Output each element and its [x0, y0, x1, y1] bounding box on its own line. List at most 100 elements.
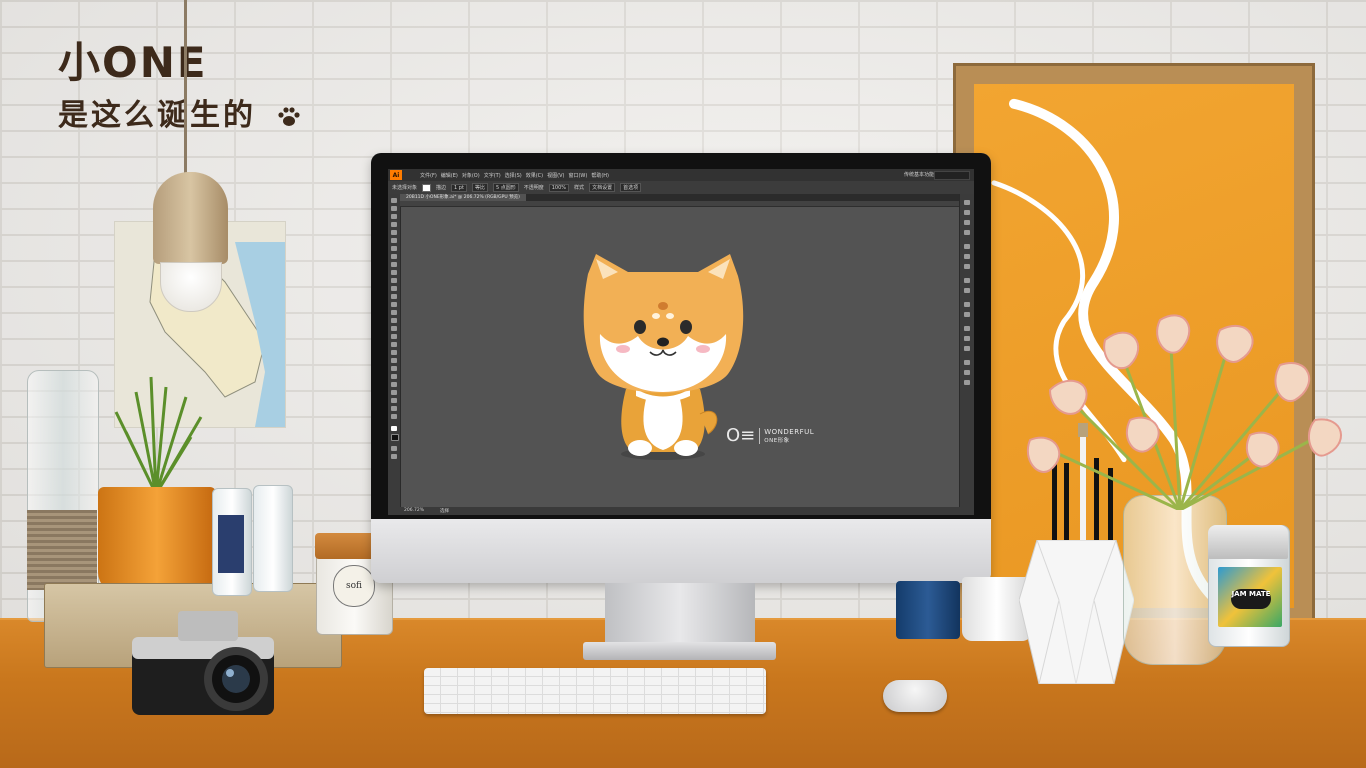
graph-tool-icon[interactable] [391, 382, 397, 387]
symbol-sprayer-tool-icon[interactable] [391, 374, 397, 379]
slice-tool-icon[interactable] [391, 398, 397, 403]
search-input[interactable] [934, 171, 970, 180]
logo-title: WONDERFUL [764, 428, 815, 436]
zoom-tool-icon[interactable] [391, 414, 397, 419]
menu-object[interactable]: 对象(O) [462, 172, 480, 179]
menu-view[interactable]: 视图(V) [547, 172, 564, 179]
eyedropper-tool-icon[interactable] [391, 358, 397, 363]
free-transform-tool-icon[interactable] [391, 318, 397, 323]
logo-watermark: O≡ WONDERFUL ONE形象 [726, 427, 814, 445]
pencil-tool-icon[interactable] [391, 278, 397, 283]
panels-dock [959, 194, 974, 515]
paintbrush-tool-icon[interactable] [391, 270, 397, 275]
symbols-panel-icon[interactable] [964, 230, 970, 235]
artboards-panel-icon[interactable] [964, 312, 970, 317]
hand-tool-icon[interactable] [391, 406, 397, 411]
eraser-tool-icon[interactable] [391, 286, 397, 291]
brushes-panel-icon[interactable] [964, 220, 970, 225]
blue-mug [896, 581, 960, 639]
document-tab[interactable]: 20B11D 小ONE形象.ai* @ 206.72% (RGB/GPU 预览) [400, 194, 526, 201]
line-tool-icon[interactable] [391, 254, 397, 259]
style-label[interactable]: 样式 [574, 184, 584, 191]
gradient-panel-icon[interactable] [964, 254, 970, 259]
opacity-label[interactable]: 不透明度 [524, 184, 544, 191]
paragraph-panel-icon[interactable] [964, 370, 970, 375]
mouse [883, 680, 947, 712]
brand-subtitle-text: 是这么诞生的 [58, 98, 256, 133]
graphic-styles-panel-icon[interactable] [964, 288, 970, 293]
appearance-panel-icon[interactable] [964, 278, 970, 283]
stroke-panel-icon[interactable] [964, 244, 970, 249]
type-tool-icon[interactable] [391, 246, 397, 251]
opacity-value[interactable]: 100% [548, 183, 570, 192]
menu-help[interactable]: 帮助(H) [591, 172, 609, 179]
logo-wordmark: WONDERFUL ONE形象 [764, 428, 814, 444]
color-panel-icon[interactable] [964, 200, 970, 205]
blend-tool-icon[interactable] [391, 366, 397, 371]
calla-lilies [1027, 314, 1342, 510]
preferences-button[interactable]: 首选项 [620, 183, 642, 192]
plant [114, 376, 203, 494]
status-tool-label: 选择 [440, 509, 449, 514]
rectangle-tool-icon[interactable] [391, 262, 397, 267]
one-logo-mark: O≡ [726, 425, 756, 446]
stroke-label: 描边 [436, 185, 447, 191]
screen-mode-icon[interactable] [391, 454, 397, 459]
document-setup-button[interactable]: 文档设置 [589, 183, 616, 192]
stroke-color-icon[interactable] [391, 434, 399, 441]
draw-mode-icon[interactable] [391, 446, 397, 451]
align-panel-icon[interactable] [964, 326, 970, 331]
jar-label [218, 515, 244, 573]
scale-tool-icon[interactable] [391, 302, 397, 307]
pen-tool-icon[interactable] [391, 230, 397, 235]
magic-wand-tool-icon[interactable] [391, 214, 397, 219]
menu-file[interactable]: 文件(F) [420, 172, 437, 179]
character-panel-icon[interactable] [964, 360, 970, 365]
width-tool-icon[interactable] [391, 310, 397, 315]
brand-heading: 小ONE 是这么诞生的 [58, 38, 301, 138]
horizontal-ruler [400, 201, 960, 207]
layers-panel-icon[interactable] [964, 302, 970, 307]
swatches-panel-icon[interactable] [964, 210, 970, 215]
fill-color-icon[interactable] [391, 426, 397, 431]
transparency-panel-icon[interactable] [964, 264, 970, 269]
pathfinder-panel-icon[interactable] [964, 336, 970, 341]
document-tabs: 20B11D 小ONE形象.ai* @ 206.72% (RGB/GPU 预览) [400, 194, 960, 201]
selection-tool-icon[interactable] [391, 198, 397, 203]
illustrator-window[interactable]: Ai 文件(F) 编辑(E) 对象(O) 文字(T) 选择(S) 效果(C) 视… [388, 169, 974, 515]
keyboard [424, 668, 766, 714]
lasso-tool-icon[interactable] [391, 222, 397, 227]
monitor-stand-base [583, 642, 776, 660]
links-panel-icon[interactable] [964, 380, 970, 385]
menu-select[interactable]: 选择(S) [505, 172, 522, 179]
brand-subtitle: 是这么诞生的 [58, 94, 301, 138]
workspace-switcher[interactable]: 传统基本功能 [904, 171, 934, 178]
tin-label: sofi [333, 565, 375, 607]
camera [132, 611, 274, 715]
monitor-bezel: Ai 文件(F) 编辑(E) 对象(O) 文字(T) 选择(S) 效果(C) 视… [371, 153, 991, 519]
artboard-tool-icon[interactable] [391, 390, 397, 395]
curvature-tool-icon[interactable] [391, 238, 397, 243]
menu-window[interactable]: 窗口(W) [568, 172, 587, 179]
menu-edit[interactable]: 编辑(E) [441, 172, 458, 179]
menu-type[interactable]: 文字(T) [484, 172, 501, 179]
menu-items: 文件(F) 编辑(E) 对象(O) 文字(T) 选择(S) 效果(C) 视图(V… [420, 172, 609, 179]
status-bar: 206.72% 选择 [400, 507, 960, 515]
transform-panel-icon[interactable] [964, 346, 970, 351]
shape-builder-tool-icon[interactable] [391, 326, 397, 331]
gradient-tool-icon[interactable] [391, 350, 397, 355]
fill-swatch[interactable] [422, 183, 432, 192]
glass-jar-2 [253, 485, 293, 592]
variable-width-dropdown[interactable]: 等比 [471, 183, 488, 192]
rotate-tool-icon[interactable] [391, 294, 397, 299]
direct-selection-tool-icon[interactable] [391, 206, 397, 211]
plant-pot [98, 487, 216, 594]
mesh-tool-icon[interactable] [391, 342, 397, 347]
logo-divider [759, 428, 761, 444]
menu-effect[interactable]: 效果(C) [526, 172, 543, 179]
zoom-level[interactable]: 206.72% [404, 508, 424, 513]
perspective-grid-tool-icon[interactable] [391, 334, 397, 339]
brush-dropdown[interactable]: 5 点圆形 [492, 183, 519, 192]
stroke-weight-dropdown[interactable]: 1 pt [451, 183, 467, 192]
selection-status: 未选择对象 [392, 185, 418, 191]
